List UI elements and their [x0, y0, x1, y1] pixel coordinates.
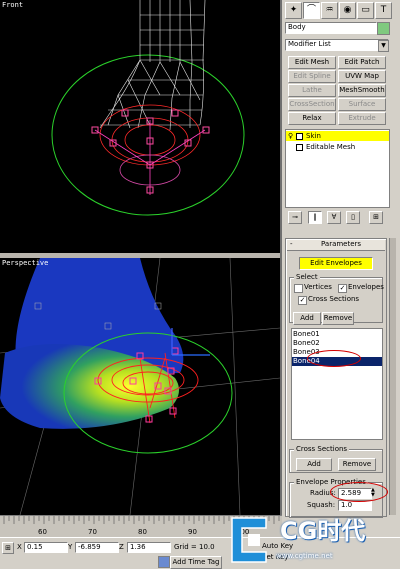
remove-bone-button[interactable]: Remove	[322, 312, 354, 325]
bone-list[interactable]: Bone01 Bone02 Bone03 Bone04	[291, 328, 383, 440]
status-icon[interactable]	[158, 556, 170, 568]
stack-item-label: Skin	[306, 132, 321, 140]
z-label: Z	[119, 543, 124, 551]
object-color-swatch[interactable]	[377, 22, 390, 35]
y-label: Y	[68, 543, 73, 551]
uvw-map-button[interactable]: UVW Map	[338, 70, 386, 83]
timeline-tick-label: 80	[138, 528, 147, 536]
edit-spline-button[interactable]: Edit Spline	[288, 70, 336, 83]
timeline-tick-label: 60	[38, 528, 47, 536]
front-viewport-scene	[51, 0, 245, 216]
front-viewport[interactable]: Front	[0, 0, 280, 253]
crosssection-button[interactable]: CrossSection	[288, 98, 336, 111]
vertices-checkbox[interactable]	[294, 284, 303, 293]
make-unique-icon[interactable]: ∀	[327, 211, 341, 224]
envelopes-label: Envelopes	[348, 283, 384, 291]
stack-item-label: Editable Mesh	[306, 143, 356, 151]
y-coordinate-field[interactable]: -6.859	[75, 542, 119, 553]
list-item[interactable]: Bone02	[293, 339, 320, 348]
surface-button[interactable]: Surface	[338, 98, 386, 111]
cross-sections-group: Cross Sections Add Remove	[289, 445, 383, 473]
add-bone-button[interactable]: Add	[293, 312, 321, 325]
panel-scrollbar[interactable]	[389, 238, 396, 515]
perspective-viewport-scene	[0, 258, 280, 515]
modifier-stack[interactable]: ♀ Skin Editable Mesh	[285, 129, 390, 208]
squash-label: Squash:	[307, 501, 336, 509]
object-name-field[interactable]: Body	[285, 22, 377, 34]
viewport-divider[interactable]	[0, 253, 280, 258]
timeline-tick-label: 70	[88, 528, 97, 536]
remove-modifier-icon[interactable]: ▯	[346, 211, 360, 224]
lathe-button[interactable]: Lathe	[288, 84, 336, 97]
relax-button[interactable]: Relax	[288, 112, 336, 125]
timeline-tick-label: 90	[188, 528, 197, 536]
edit-envelopes-button[interactable]: Edit Envelopes	[299, 257, 373, 270]
motion-icon[interactable]: ◉	[339, 2, 356, 19]
cross-sections-checkbox[interactable]: ✓	[298, 296, 307, 305]
x-label: X	[17, 543, 22, 551]
absolute-mode-icon[interactable]: ⊞	[2, 542, 14, 554]
hierarchy-icon[interactable]: ♒	[321, 2, 338, 19]
parameters-title: Parameters	[321, 240, 362, 248]
expand-icon[interactable]	[296, 144, 303, 151]
grid-readout: Grid = 10.0	[174, 543, 215, 551]
modifier-list-label: Modifier List	[288, 40, 331, 48]
chevron-down-icon[interactable]: ▼	[378, 40, 389, 52]
meshsmooth-button[interactable]: MeshSmooth	[338, 84, 386, 97]
front-viewport-label[interactable]: Front	[2, 1, 23, 9]
extrude-button[interactable]: Extrude	[338, 112, 386, 125]
select-group-title: Select	[294, 273, 320, 282]
command-panel: ✦ ⌒ ♒ ◉ ▭ T Body Modifier List ▼ Edit Me…	[282, 0, 400, 518]
expand-icon[interactable]	[296, 133, 303, 140]
cg-time-watermark: CG时代 www.cgtime.net	[226, 512, 400, 568]
edit-mesh-button[interactable]: Edit Mesh	[288, 56, 336, 69]
parameters-rollout-header[interactable]: - Parameters	[287, 240, 385, 251]
z-coordinate-field[interactable]: 1.36	[127, 542, 171, 553]
add-time-tag-button[interactable]: Add Time Tag	[170, 556, 222, 569]
vertices-label: Vertices	[304, 283, 332, 291]
highlight-oval-radius	[330, 482, 388, 502]
perspective-viewport-label[interactable]: Perspective	[2, 259, 48, 267]
parameters-rollout: - Parameters Edit Envelopes Select Verti…	[285, 238, 387, 518]
modify-icon[interactable]: ⌒	[303, 2, 320, 19]
modifier-list-dropdown[interactable]: Modifier List	[285, 39, 389, 51]
list-item[interactable]: Bone01	[293, 330, 320, 339]
x-coordinate-field[interactable]: 0.15	[24, 542, 68, 553]
lightbulb-icon[interactable]: ♀	[288, 131, 293, 141]
edit-patch-button[interactable]: Edit Patch	[338, 56, 386, 69]
cross-sections-label: Cross Sections	[308, 295, 360, 303]
show-end-result-icon[interactable]: ‖	[308, 211, 322, 224]
cs-remove-button[interactable]: Remove	[338, 458, 376, 471]
cs-add-button[interactable]: Add	[296, 458, 332, 471]
display-icon[interactable]: ▭	[357, 2, 374, 19]
envelopes-checkbox[interactable]: ✓	[338, 284, 347, 293]
collapse-icon: -	[290, 240, 293, 248]
perspective-viewport[interactable]: Perspective	[0, 258, 280, 515]
configure-sets-icon[interactable]: ⊞	[369, 211, 383, 224]
cross-sections-group-title: Cross Sections	[294, 445, 350, 454]
stack-item-editable-mesh[interactable]: Editable Mesh	[286, 142, 389, 152]
pin-stack-icon[interactable]: ⊸	[288, 211, 302, 224]
watermark-text: CG时代	[280, 517, 366, 545]
create-icon[interactable]: ✦	[285, 2, 302, 19]
highlight-oval-bone04	[307, 350, 361, 367]
watermark-url: www.cgtime.net	[276, 552, 333, 560]
utilities-icon[interactable]: T	[375, 2, 392, 19]
stack-item-skin[interactable]: ♀ Skin	[286, 131, 389, 141]
